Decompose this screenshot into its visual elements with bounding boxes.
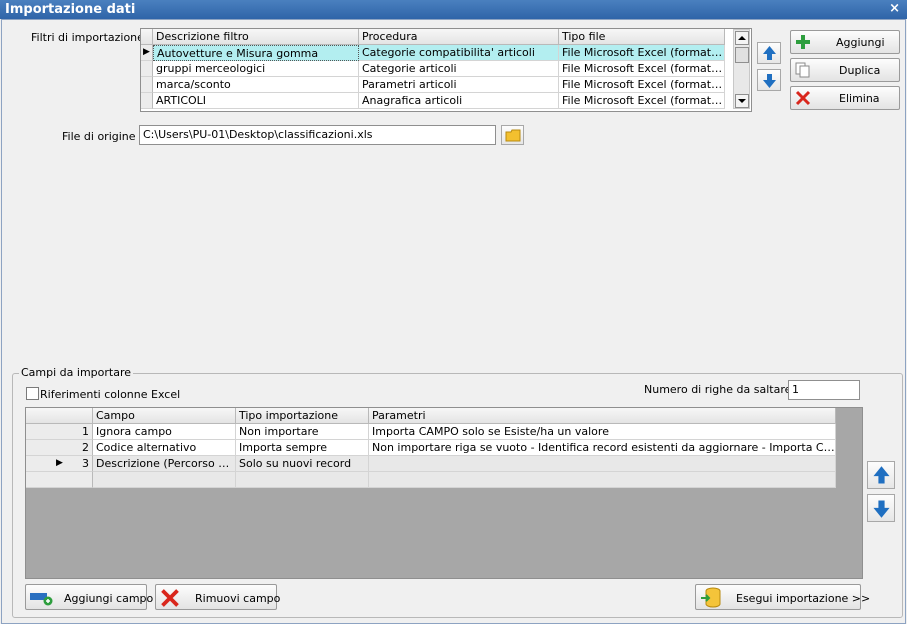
window-title: Importazione dati [5, 2, 136, 17]
filter-row-tipo[interactable]: File Microsoft Excel (formato cl... [559, 45, 725, 61]
field-row-header: ▶ 3 [26, 456, 93, 472]
field-row-tipo[interactable]: Importa sempre [236, 440, 369, 456]
filter-row-tipo[interactable]: File Microsoft Excel (formato cl... [559, 93, 725, 109]
remove-field-label: Rimuovi campo [195, 592, 281, 605]
scroll-up-arrow-icon[interactable] [735, 31, 749, 45]
move-field-up-button[interactable] [867, 461, 895, 489]
title-bar: Importazione dati × [0, 0, 907, 19]
field-row-number: 2 [26, 440, 93, 456]
field-row-campo[interactable]: Ignora campo [93, 424, 236, 440]
filter-row-tipo[interactable]: File Microsoft Excel (formato cl... [559, 61, 725, 77]
delete-x-icon [795, 90, 811, 106]
filter-row-descr[interactable]: Autovetture e Misura gomma [153, 45, 359, 61]
arrow-down-icon [873, 500, 890, 518]
filter-row-tipo[interactable]: File Microsoft Excel (formato cl... [559, 77, 725, 93]
new-row-cell[interactable] [93, 472, 236, 488]
arrow-up-icon [873, 466, 890, 484]
fields-col-param[interactable]: Parametri [369, 408, 836, 424]
delete-filter-button[interactable]: Elimina [790, 86, 900, 110]
filter-row-descr[interactable]: marca/sconto [153, 77, 359, 93]
row-header [141, 77, 153, 93]
close-icon[interactable]: × [889, 1, 900, 16]
filters-scrollbar[interactable] [733, 29, 750, 109]
filter-row-proc[interactable]: Parametri articoli [359, 77, 559, 93]
fields-grid[interactable]: Campo Tipo importazione Parametri 1 Igno… [25, 407, 863, 579]
add-field-button[interactable]: Aggiungi campo [25, 584, 153, 610]
filters-col-tipo[interactable]: Tipo file [559, 29, 725, 45]
filter-row-proc[interactable]: Anagrafica articoli [359, 93, 559, 109]
database-import-icon [701, 587, 721, 608]
move-filter-up-button[interactable] [757, 42, 781, 64]
field-row-tipo[interactable]: Solo su nuovi record [236, 456, 369, 472]
filters-col-proc[interactable]: Procedura [359, 29, 559, 45]
duplicate-filter-label: Duplica [839, 64, 881, 77]
filter-row-proc[interactable]: Categorie compatibilita' articoli [359, 45, 559, 61]
add-field-icon [30, 593, 53, 606]
add-field-label: Aggiungi campo [64, 592, 154, 605]
filters-label: Filtri di importazione : [31, 31, 152, 44]
move-filter-down-button[interactable] [757, 69, 781, 91]
origin-file-label: File di origine : [62, 130, 143, 143]
scroll-thumb[interactable] [735, 47, 749, 63]
field-row-param[interactable] [369, 456, 836, 472]
copy-icon [795, 62, 810, 78]
filters-grid[interactable]: Descrizione filtro Procedura Tipo file ▶… [140, 28, 752, 112]
fields-group-title: Campi da importare [19, 366, 133, 379]
fields-col-tipo[interactable]: Tipo importazione [236, 408, 369, 424]
filter-row-proc[interactable]: Categorie articoli [359, 61, 559, 77]
row-header [141, 93, 153, 109]
plus-icon [796, 35, 810, 49]
field-row-tipo[interactable]: Non importare [236, 424, 369, 440]
scroll-down-arrow-icon[interactable] [735, 94, 749, 108]
move-field-down-button[interactable] [867, 494, 895, 522]
new-row-header [26, 472, 93, 488]
browse-file-button[interactable] [501, 125, 524, 145]
filter-row-descr[interactable]: ARTICOLI [153, 93, 359, 109]
delete-filter-label: Elimina [839, 92, 880, 105]
arrow-up-icon [763, 46, 776, 60]
excel-refs-label: Riferimenti colonne Excel [40, 388, 181, 401]
delete-x-icon [161, 589, 179, 607]
field-row-number: 1 [26, 424, 93, 440]
duplicate-filter-button[interactable]: Duplica [790, 58, 900, 82]
new-row-cell[interactable] [236, 472, 369, 488]
filter-row-descr[interactable]: gruppi merceologici [153, 61, 359, 77]
fields-col-campo[interactable]: Campo [93, 408, 236, 424]
new-row-cell[interactable] [369, 472, 836, 488]
field-row-param[interactable]: Non importare riga se vuoto - Identifica… [369, 440, 836, 456]
row-header [141, 61, 153, 77]
field-row-number: 3 [82, 457, 89, 470]
remove-field-button[interactable]: Rimuovi campo [155, 584, 281, 610]
run-import-button[interactable]: Esegui importazione >> [695, 584, 870, 610]
folder-icon [505, 129, 521, 142]
excel-refs-checkbox[interactable] [26, 387, 39, 400]
origin-file-input[interactable]: C:\Users\PU-01\Desktop\classificazioni.x… [139, 125, 496, 145]
fields-corner-header [26, 408, 93, 424]
field-row-campo[interactable]: Codice alternativo [93, 440, 236, 456]
filters-corner-header [141, 29, 153, 45]
arrow-down-icon [763, 74, 776, 88]
selected-row-marker: ▶ [141, 45, 153, 61]
current-row-marker: ▶ [56, 458, 63, 468]
run-import-label: Esegui importazione >> [736, 592, 871, 605]
field-row-param[interactable]: Importa CAMPO solo se Esiste/ha un valor… [369, 424, 836, 440]
add-filter-label: Aggiungi [836, 36, 885, 49]
skip-rows-label: Numero di righe da saltare : [644, 383, 799, 396]
field-row-campo[interactable]: Descrizione (Percorso com... [93, 456, 236, 472]
filters-col-descr[interactable]: Descrizione filtro [153, 29, 359, 45]
add-filter-button[interactable]: Aggiungi [790, 30, 900, 54]
skip-rows-input[interactable]: 1 [788, 380, 860, 400]
